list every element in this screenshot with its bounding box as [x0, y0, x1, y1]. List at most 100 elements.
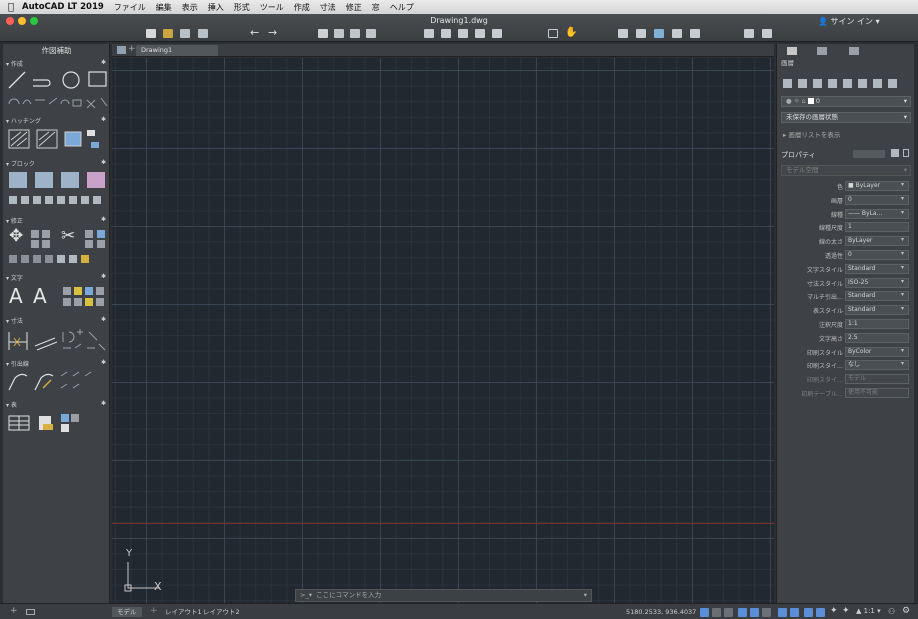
text-small-1-icon[interactable]	[63, 287, 71, 295]
draw-small-tools-icon[interactable]	[8, 97, 108, 109]
circle-tool-icon[interactable]	[62, 71, 80, 89]
layer-list-link[interactable]: ▸ 画層リストを表示	[783, 129, 840, 139]
gear-icon[interactable]: ✱	[101, 216, 106, 223]
gear-icon[interactable]: ✱	[101, 59, 106, 66]
design-center-icon[interactable]	[492, 29, 502, 38]
external-ref-icon[interactable]	[672, 29, 682, 38]
object-snap-icon[interactable]	[790, 608, 799, 617]
chamfer-icon[interactable]	[85, 240, 93, 248]
edit-block-icon[interactable]	[61, 172, 79, 188]
erase-icon[interactable]	[69, 255, 77, 263]
menu-draw[interactable]: 作成	[294, 2, 310, 13]
block-small-5-icon[interactable]	[57, 196, 65, 204]
share-icon[interactable]	[762, 29, 772, 38]
property-value[interactable]: ■ ByLayer	[845, 181, 909, 191]
menu-view[interactable]: 表示	[182, 2, 198, 13]
section-leader[interactable]: ▾ 引出線 ✱	[6, 359, 110, 368]
single-line-text-icon[interactable]: A	[33, 284, 47, 308]
chevron-down-icon[interactable]: ▾	[901, 250, 904, 257]
block-small-7-icon[interactable]	[81, 196, 89, 204]
save-as-icon[interactable]	[198, 29, 208, 38]
tab-model[interactable]: モデル	[112, 607, 142, 617]
offset-icon[interactable]	[97, 230, 105, 238]
chevron-down-icon[interactable]: ▾	[901, 347, 904, 354]
block-editor-icon[interactable]	[441, 29, 451, 38]
text-small-4-icon[interactable]	[96, 287, 104, 295]
menu-format[interactable]: 形式	[234, 2, 250, 13]
section-modify[interactable]: ▾ 修正 ✱	[6, 216, 110, 225]
move-icon[interactable]: ✥	[9, 226, 23, 246]
chevron-down-icon[interactable]: ▾	[901, 236, 904, 243]
spell-check-icon[interactable]	[74, 287, 82, 295]
table-export-icon[interactable]	[61, 424, 69, 432]
attribute-icon[interactable]	[87, 172, 105, 188]
zoom-window-icon[interactable]	[548, 29, 558, 38]
command-line[interactable]: >_▾ ここにコマンドを入力 ▾	[295, 589, 592, 602]
extend-icon[interactable]	[33, 255, 41, 263]
workspace-icon[interactable]	[654, 29, 664, 38]
paste-icon[interactable]	[366, 29, 376, 38]
menu-tools[interactable]: ツール	[260, 2, 284, 13]
annotation-visibility-icon[interactable]: ✦	[830, 606, 838, 616]
gear-icon[interactable]: ✱	[101, 116, 106, 123]
plot-icon[interactable]	[318, 29, 328, 38]
isodraft-icon[interactable]	[762, 608, 771, 617]
new-tab-plus-icon[interactable]: +	[128, 44, 136, 54]
property-value[interactable]: ByColor	[845, 346, 909, 357]
properties-tab-icon[interactable]	[787, 47, 797, 55]
create-block-icon[interactable]	[9, 172, 27, 188]
apple-icon[interactable]: 	[0, 2, 22, 13]
selection-dropdown[interactable]: モデル空間 ▾	[781, 165, 911, 176]
dimension-small-tools-icon[interactable]	[62, 329, 106, 351]
open-file-icon[interactable]	[163, 29, 173, 38]
multiline-text-icon[interactable]: A	[9, 284, 23, 308]
polar-icon[interactable]	[750, 608, 759, 617]
pin-icon[interactable]	[903, 149, 909, 157]
menu-file[interactable]: ファイル	[114, 2, 146, 13]
fillet-icon[interactable]	[85, 230, 93, 238]
section-dimension[interactable]: ▾ 寸法 ✱	[6, 316, 110, 325]
chevron-down-icon[interactable]: ▾	[901, 305, 904, 312]
polyline-tool-icon[interactable]	[33, 79, 51, 87]
new-file-icon[interactable]	[146, 29, 156, 38]
quick-select-icon[interactable]	[636, 29, 646, 38]
undo-icon[interactable]: ←	[250, 26, 259, 39]
mirror-icon[interactable]	[42, 230, 50, 238]
menu-window[interactable]: 窓	[372, 2, 380, 13]
menu-insert[interactable]: 挿入	[208, 2, 224, 13]
layer-off-icon[interactable]	[843, 79, 852, 88]
settings-gear-icon[interactable]: ⚙	[902, 606, 910, 616]
property-value[interactable]: Standard	[845, 305, 909, 316]
table-style-icon[interactable]	[71, 414, 79, 422]
rotate-icon[interactable]	[31, 230, 39, 238]
gear-icon[interactable]: ✱	[101, 316, 106, 323]
menu-modify[interactable]: 修正	[346, 2, 362, 13]
menu-edit[interactable]: 編集	[156, 2, 172, 13]
explode-icon[interactable]	[21, 255, 29, 263]
workspace-switch-icon[interactable]: ⚇	[888, 607, 895, 616]
annotation-scale[interactable]: ▲ 1:1 ▾	[856, 607, 881, 615]
chevron-down-icon[interactable]: ▾	[901, 209, 904, 216]
block-small-2-icon[interactable]	[21, 196, 29, 204]
scale-icon[interactable]	[31, 240, 39, 248]
layer-dropdown[interactable]: ● ☼ ⌂ 0 ▾	[781, 96, 911, 107]
block-small-4-icon[interactable]	[45, 196, 53, 204]
text-small-5-icon[interactable]	[63, 298, 71, 306]
multileader-icon[interactable]	[8, 373, 28, 391]
table-link-icon[interactable]	[61, 414, 69, 422]
redo-icon[interactable]: →	[268, 26, 277, 39]
quick-select-props-icon[interactable]	[891, 149, 899, 157]
block-small-8-icon[interactable]	[93, 196, 101, 204]
chevron-down-icon[interactable]: ▾	[901, 360, 904, 367]
transparency-icon[interactable]	[816, 608, 825, 617]
gear-icon[interactable]: ✱	[101, 159, 106, 166]
layer-lock-icon[interactable]	[858, 79, 867, 88]
start-tab-icon[interactable]	[117, 46, 126, 54]
auto-scale-icon[interactable]: ✦	[842, 606, 850, 616]
section-text[interactable]: ▾ 文字 ✱	[6, 273, 110, 282]
property-value[interactable]: なし	[845, 360, 909, 371]
preview-icon[interactable]	[334, 29, 344, 38]
gear-icon[interactable]: ✱	[101, 359, 106, 366]
tab-drawing1[interactable]: Drawing1	[136, 45, 218, 56]
block-small-6-icon[interactable]	[69, 196, 77, 204]
